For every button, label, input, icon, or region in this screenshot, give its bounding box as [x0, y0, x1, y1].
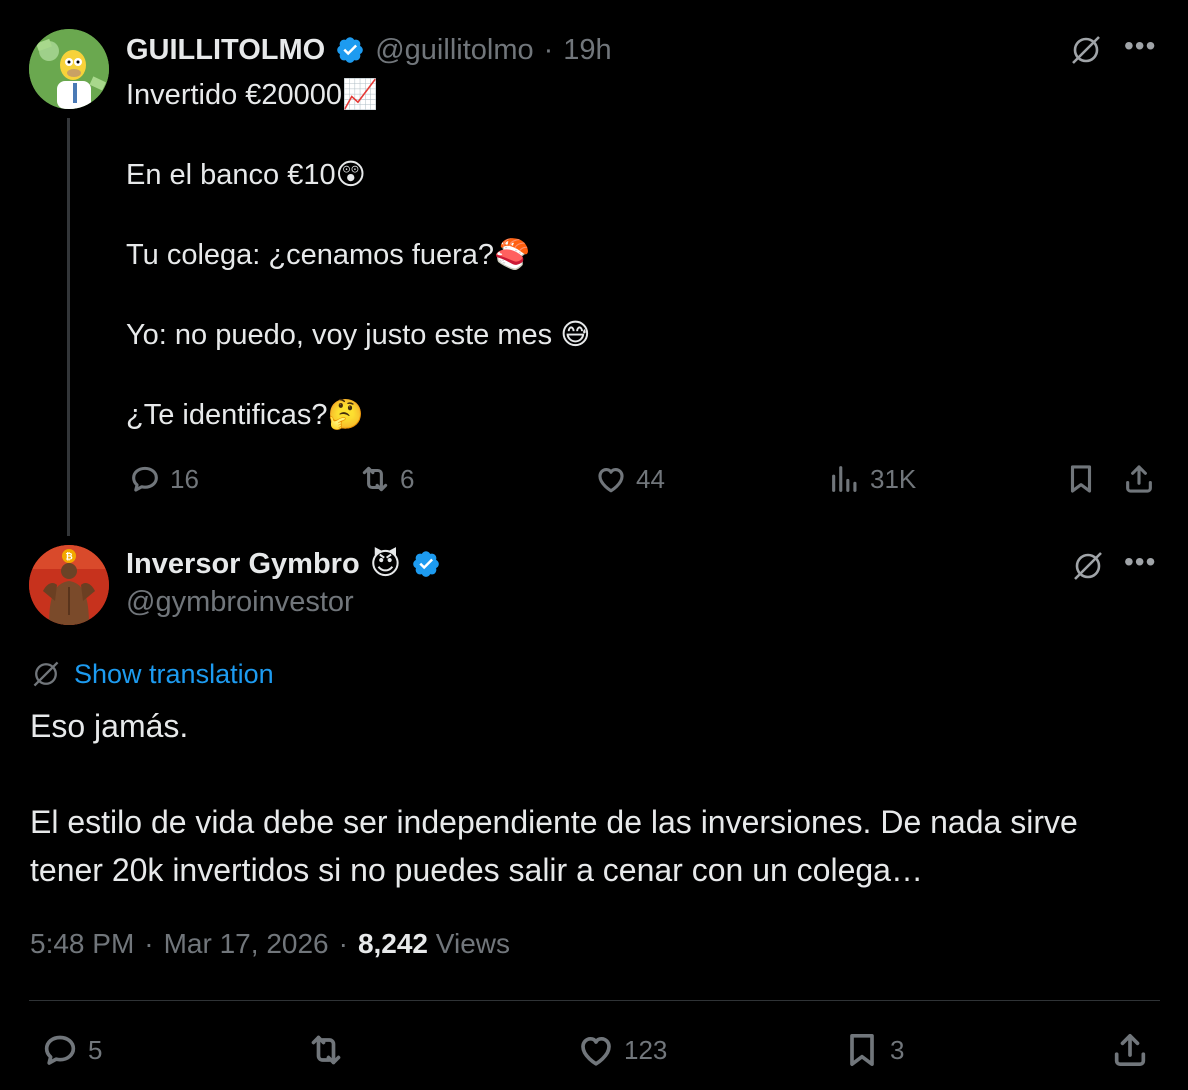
timestamp[interactable]: 19h [563, 34, 611, 67]
reply-icon [128, 462, 162, 496]
display-name[interactable]: GUILLITOLMO [126, 34, 325, 67]
thinking-emoji: 🤔 [327, 397, 364, 431]
share-icon [1122, 462, 1156, 496]
sushi-emoji: 🍣 [494, 237, 531, 271]
bookmark-button[interactable] [1064, 462, 1098, 496]
translate-icon [30, 658, 62, 690]
reply-count: 16 [170, 463, 199, 494]
views-icon [828, 462, 862, 496]
bookmark-icon [842, 1030, 882, 1070]
repost-count: 6 [400, 463, 415, 494]
repost-button[interactable] [306, 1030, 346, 1070]
reply-button[interactable]: 5 [40, 1030, 102, 1070]
tweet-line-5: ¿Te identificas?🤔 [126, 397, 364, 431]
handle[interactable]: @gymbroinvestor [126, 586, 354, 619]
share-button[interactable] [1110, 1030, 1150, 1070]
main-tweet-line-3: tener 20k invertidos si no puedes salir … [30, 852, 923, 888]
bookmark-icon [1064, 462, 1098, 496]
separator: · [338, 928, 348, 959]
views-count: 31K [870, 463, 917, 494]
tweet-metadata: 5:48 PM · Mar 17, 2026 · 8,242 Views [30, 928, 510, 960]
main-tweet-line-1: Eso jamás. [30, 708, 189, 744]
avatar-guillitolmo[interactable] [29, 29, 109, 109]
repost-button[interactable]: 6 [358, 462, 414, 496]
tweet-line-1: Invertido €20000📈 [126, 77, 379, 111]
verified-badge-icon [411, 549, 441, 579]
repost-icon [358, 462, 392, 496]
reply-count: 5 [88, 1034, 103, 1065]
tweet-date[interactable]: Mar 17, 2026 [164, 928, 329, 960]
share-icon [1110, 1030, 1150, 1070]
views-label: Views [435, 928, 510, 959]
like-icon [576, 1030, 616, 1070]
tweet-time[interactable]: 5:48 PM [30, 928, 134, 960]
tweet-line-4: Yo: no puedo, voy justo este mes 😅 [126, 317, 591, 351]
like-count: 123 [624, 1034, 668, 1065]
chart-increasing-emoji: 📈 [342, 77, 379, 111]
thread-connector [67, 118, 70, 536]
separator: · [543, 33, 554, 66]
like-count: 44 [636, 463, 665, 494]
main-header: Inversor Gymbro 😈 [126, 545, 441, 583]
more-icon[interactable]: ••• [1124, 546, 1156, 578]
views-button[interactable]: 31K [828, 462, 916, 496]
sweat-smile-emoji: 😅 [560, 317, 591, 351]
main-tweet-line-2: El estilo de vida debe ser independiente… [30, 804, 1078, 840]
grok-icon[interactable] [1068, 32, 1104, 68]
show-translation-row[interactable]: Show translation [30, 658, 274, 690]
more-icon[interactable]: ••• [1124, 30, 1156, 62]
views-count: 8,242 [357, 928, 429, 959]
reply-icon [40, 1030, 80, 1070]
grok-icon[interactable] [1070, 548, 1106, 584]
show-translation-link[interactable]: Show translation [74, 659, 274, 690]
separator: · [144, 928, 154, 959]
handle[interactable]: @guillitolmo [375, 34, 533, 67]
like-button[interactable]: 123 [576, 1030, 667, 1070]
parent-header: GUILLITOLMO @guillitolmo · 19h [126, 32, 612, 68]
display-name[interactable]: Inversor Gymbro [126, 548, 360, 581]
divider [29, 1000, 1160, 1001]
share-button[interactable] [1122, 462, 1156, 496]
tweet-line-3: Tu colega: ¿cenamos fuera?🍣 [126, 237, 531, 271]
svg-text:₿: ₿ [65, 552, 72, 563]
verified-badge-icon [335, 35, 365, 65]
tweet-line-2: En el banco €10😲 [126, 157, 366, 191]
bookmark-count: 3 [890, 1034, 905, 1065]
reply-button[interactable]: 16 [128, 462, 199, 496]
like-icon [594, 462, 628, 496]
avatar-gymbroinvestor[interactable]: ₿ [29, 545, 109, 625]
astonished-emoji: 😲 [335, 157, 366, 191]
smiling-imp-emoji: 😈 [369, 546, 401, 582]
like-button[interactable]: 44 [594, 462, 665, 496]
repost-icon [306, 1030, 346, 1070]
bookmark-button[interactable]: 3 [842, 1030, 904, 1070]
